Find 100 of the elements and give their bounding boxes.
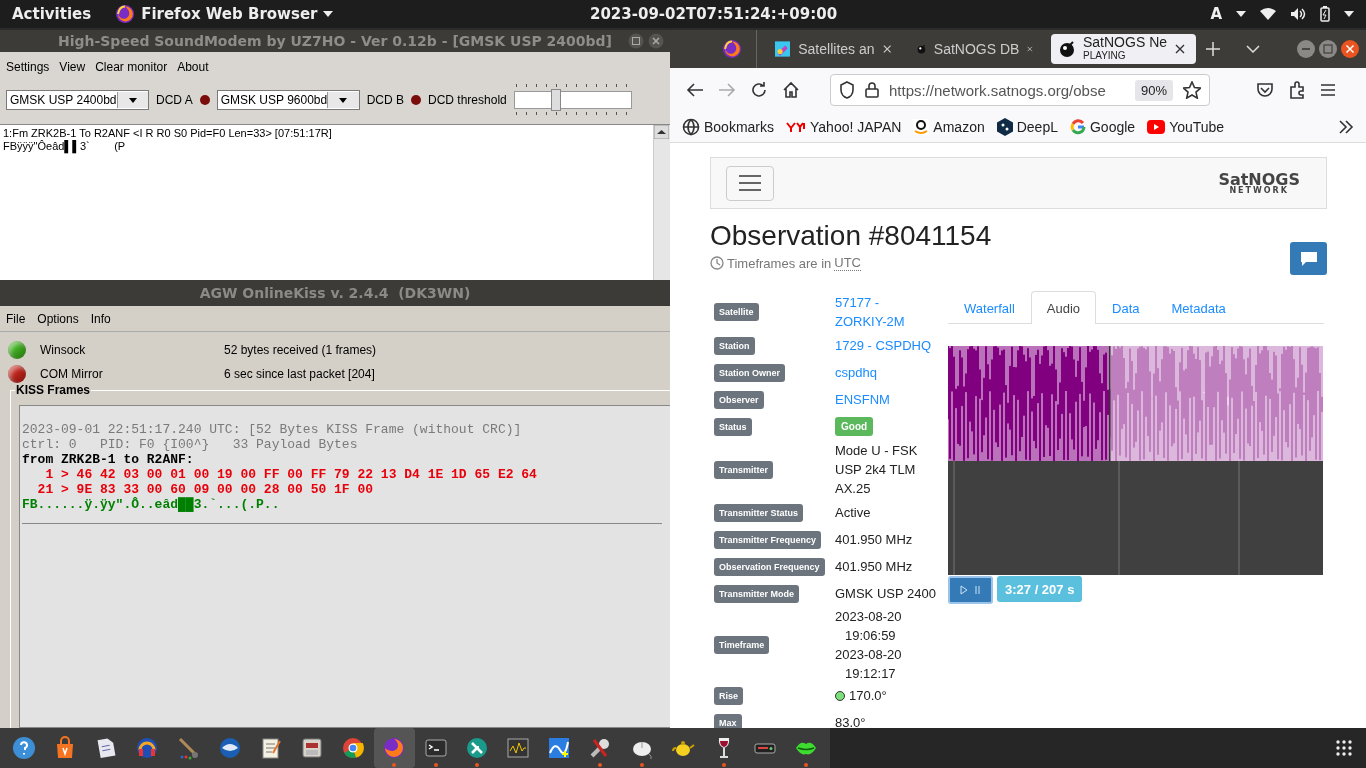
frame-line: 1 > 46 42 03 00 01 00 19 00 FF 00 FF 79 22 13 D4 1E 1D 65 E2 64 — [44, 467, 538, 482]
satellite-favicon — [775, 40, 791, 58]
maximize-icon[interactable] — [628, 33, 644, 49]
field-label: Status — [714, 417, 752, 436]
extensions-icon[interactable] — [1288, 81, 1306, 99]
dropdown-arrow-icon — [128, 97, 137, 103]
field-label: Transmitter Mode — [714, 584, 799, 603]
menu-item[interactable]: File — [6, 312, 26, 326]
bookmark-item[interactable]: DeepL — [996, 118, 1058, 136]
browser-tab[interactable]: SatNOGS Ne PLAYING — [1051, 34, 1196, 64]
firefox-icon — [722, 39, 742, 59]
new-tab-icon[interactable] — [1206, 42, 1220, 56]
field-label: Timeframe — [714, 635, 770, 654]
content-tab[interactable]: Metadata — [1155, 291, 1242, 324]
caret-icon — [1344, 11, 1354, 17]
play-pause-icon — [959, 585, 982, 595]
lock-icon — [865, 82, 879, 98]
threshold-slider[interactable] — [513, 91, 632, 109]
play-pause-button[interactable] — [948, 576, 993, 604]
app-menu[interactable]: Firefox Web Browser — [141, 5, 318, 23]
frame-line: ctrl: 0 PID: F0 {I00^} 33 Payload Bytes — [22, 437, 359, 452]
menu-icon — [739, 175, 761, 191]
bookmark-item[interactable]: Yahoo! JAPAN — [786, 119, 902, 135]
dcd-label: DCD B — [366, 93, 405, 107]
monitor-line: FBÿÿÿ"Ôeâd▌▌3` (P — [3, 140, 127, 153]
activities-button[interactable]: Activities — [12, 5, 92, 23]
connection-name: Winsock — [40, 343, 87, 357]
menu-item[interactable]: Clear monitor — [95, 60, 168, 74]
browser-tab[interactable]: Satellites an — [767, 34, 899, 64]
field-label: Transmitter — [714, 460, 774, 479]
field-label: Observation Frequency — [714, 557, 825, 576]
field-value: 401.950 MHz — [835, 558, 914, 576]
page-title: Observation #8041154 — [710, 221, 992, 251]
connection-info: 6 sec since last packet [204] — [224, 367, 376, 381]
close-icon[interactable] — [1340, 39, 1360, 59]
threshold-label: DCD threshold — [428, 93, 507, 107]
bookmark-item[interactable]: Google — [1069, 119, 1136, 135]
deepl-favicon — [996, 118, 1013, 136]
pocket-icon[interactable] — [1256, 82, 1274, 98]
input-source[interactable]: A — [1210, 5, 1222, 23]
firefox-icon — [115, 4, 136, 24]
globe-icon — [682, 118, 700, 136]
chevron-down-icon[interactable] — [1246, 45, 1260, 53]
close-icon[interactable] — [648, 33, 664, 49]
frame-line: FB......ÿ.ÿy".Ô..eâd██3.`...(.P.. — [22, 497, 281, 512]
yahoo-favicon — [786, 120, 807, 134]
menu-item[interactable]: About — [177, 60, 209, 74]
bookmark-item[interactable]: Amazon — [913, 119, 985, 135]
bookmark-item[interactable]: Bookmarks — [682, 118, 775, 136]
field-label: Station Owner — [714, 363, 785, 382]
star-icon[interactable] — [1183, 81, 1201, 99]
content-tab[interactable]: Audio — [1030, 291, 1097, 324]
monitor-line: 1:Fm ZRK2B-1 To R2ANF <I R R0 S0 Pid=F0 Len=33> [07:51:17R] — [3, 127, 333, 140]
field-value: 170.0° — [849, 687, 887, 705]
browser-tab[interactable]: SatNOGS DB — [909, 34, 1041, 64]
group-label: KISS Frames — [15, 383, 92, 397]
field-label: Rise — [714, 686, 743, 705]
dcd-label: DCD A — [156, 93, 193, 107]
comment-button[interactable] — [1290, 242, 1327, 275]
hamburger-button[interactable] — [726, 165, 774, 201]
field-value: Active — [835, 504, 872, 522]
field-value: Mode U - FSK USP 2k4 TLM AX.25 — [835, 442, 919, 498]
menu-item[interactable]: Info — [90, 312, 111, 326]
mode-dropdown[interactable]: GMSK USP 2400bd — [6, 90, 149, 110]
scroll-up-icon[interactable] — [654, 125, 669, 139]
slider-thumb[interactable] — [550, 89, 561, 111]
satellite-icon — [464, 736, 489, 760]
browser-icon — [341, 736, 366, 760]
bookmark-item[interactable]: YouTube — [1147, 119, 1225, 135]
rise-indicator-icon — [835, 690, 845, 701]
close-icon[interactable] — [1175, 44, 1186, 54]
menu-item[interactable]: Settings — [6, 60, 50, 74]
back-icon[interactable] — [686, 82, 704, 98]
field-value: 2023-08-20 19:06:59 — [835, 607, 903, 645]
reload-icon[interactable] — [750, 81, 768, 99]
app-grid-icon[interactable] — [1336, 740, 1352, 756]
brush-icon — [176, 736, 201, 760]
mode-dropdown[interactable]: GMSK USP 9600bd — [216, 90, 360, 110]
shield-icon — [839, 81, 855, 99]
clock[interactable]: 2023-09-02T07:51:24:+09:00 — [590, 5, 838, 23]
address-bar[interactable]: https://network.satnogs.org/obse 90% — [830, 74, 1210, 106]
caret-icon — [1236, 11, 1246, 17]
field-label: Satellite — [714, 302, 759, 321]
minimize-icon[interactable] — [1296, 39, 1316, 59]
amazon-favicon — [913, 119, 930, 135]
menu-item[interactable]: Options — [37, 312, 79, 326]
firefox-icon — [382, 736, 407, 760]
menu-item[interactable]: View — [59, 60, 86, 74]
zoom-level[interactable]: 90% — [1134, 79, 1173, 101]
menu-icon[interactable] — [1320, 83, 1336, 97]
title-bar: High-Speed SoundModem by UZ7HO - Ver 0.12b - [GMSK USP 2400bd] — [0, 30, 670, 52]
logo-text: SatNOGS — [1218, 171, 1300, 187]
overflow-chevron-icon[interactable] — [1338, 120, 1354, 134]
dropdown-arrow-icon — [339, 97, 348, 103]
field-label: Transmitter Frequency — [714, 530, 822, 549]
terminal-icon — [423, 736, 448, 760]
field-label: Max — [714, 713, 742, 728]
home-icon[interactable] — [782, 81, 800, 99]
scrollbar[interactable] — [653, 125, 670, 280]
google-favicon — [1069, 119, 1086, 135]
